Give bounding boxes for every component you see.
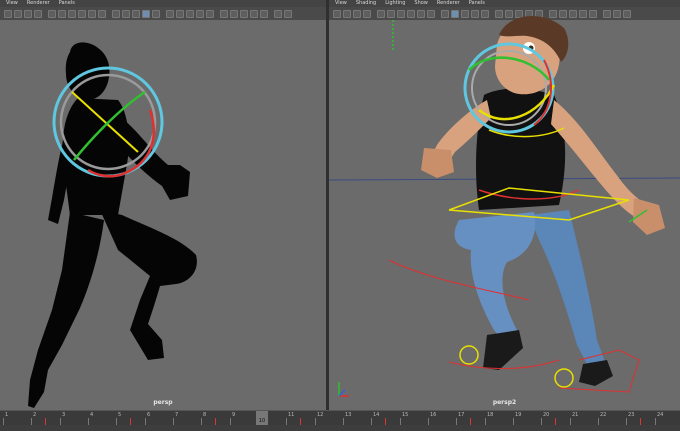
axis-gizmo-icon <box>338 382 349 397</box>
timeline-tick <box>428 418 429 425</box>
timeline-tick <box>145 418 146 425</box>
camera-label: persp <box>153 399 173 406</box>
timeline-keyframe[interactable] <box>215 418 216 425</box>
foot-control-back-yellow <box>554 368 574 388</box>
timeline-frame-label: 7 <box>175 412 179 418</box>
timeline-frame-label: 20 <box>543 412 550 418</box>
timeline-tick <box>626 418 627 425</box>
timeline-frame-label: 17 <box>458 412 465 418</box>
timeline-tick <box>541 418 542 425</box>
timeline-keyframe[interactable] <box>385 418 386 425</box>
timeline-frame-label: 2 <box>33 412 37 418</box>
shaded-scene <box>329 15 680 397</box>
timeline-tick <box>201 418 202 425</box>
character-silhouette <box>28 42 197 408</box>
timeline-tick <box>286 418 287 425</box>
jeans-front-leg <box>454 212 536 346</box>
timeline-frame-label: 22 <box>600 412 607 418</box>
front-shoe <box>483 330 523 370</box>
timeline-frame-label: 9 <box>232 412 236 418</box>
camera-label: persp2 <box>492 399 517 406</box>
time-slider[interactable]: 1234567891010111213141516171819202122232… <box>0 410 680 425</box>
timeline-tick <box>570 418 571 425</box>
timeline-tick <box>60 418 61 425</box>
viewport-persp[interactable]: View Renderer Panels persp <box>0 0 326 410</box>
viewport-persp2[interactable]: View Shading Lighting Show Renderer Pane… <box>329 0 680 410</box>
back-shoe <box>579 360 613 386</box>
timeline-keyframe[interactable] <box>640 418 641 425</box>
timeline-frame-label: 1 <box>5 412 9 418</box>
timeline-frame-label: 18 <box>487 412 494 418</box>
timeline-tick <box>31 418 32 425</box>
timeline-frame-label: 15 <box>402 412 409 418</box>
timeline-tick <box>315 418 316 425</box>
timeline-tick <box>456 418 457 425</box>
timeline-tick <box>230 418 231 425</box>
timeline-tick <box>400 418 401 425</box>
timeline-tick <box>88 418 89 425</box>
timeline-tick <box>655 418 656 425</box>
timeline-tick <box>173 418 174 425</box>
leg-control-red <box>388 259 530 301</box>
right-fist <box>421 148 454 178</box>
timeline-keyframe[interactable] <box>130 418 131 425</box>
timeline-frame-label: 13 <box>345 412 352 418</box>
left-arm <box>551 100 647 220</box>
timeline-tick <box>343 418 344 425</box>
current-frame-indicator[interactable]: 10 <box>256 411 268 425</box>
timeline-frame-label: 12 <box>317 412 324 418</box>
timeline-tick <box>116 418 117 425</box>
timeline-frame-label: 4 <box>90 412 94 418</box>
timeline-frame-label: 8 <box>203 412 207 418</box>
timeline-keyframe[interactable] <box>300 418 301 425</box>
timeline-frame-label: 6 <box>147 412 151 418</box>
timeline-frame-label: 19 <box>515 412 522 418</box>
foot-control-front-yellow <box>459 345 479 365</box>
silhouette-scene <box>28 42 197 408</box>
timeline-keyframe[interactable] <box>555 418 556 425</box>
timeline-frame-label: 24 <box>657 412 664 418</box>
timeline-frame-label: 23 <box>628 412 635 418</box>
timeline-frame-label: 21 <box>572 412 579 418</box>
timeline-frame-label: 3 <box>62 412 66 418</box>
timeline-keyframe[interactable] <box>45 418 46 425</box>
timeline-frame-label: 16 <box>430 412 437 418</box>
timeline-frame-label: 14 <box>373 412 380 418</box>
timeline-tick <box>485 418 486 425</box>
timeline-tick <box>371 418 372 425</box>
timeline-tick <box>598 418 599 425</box>
timeline-frame-label: 5 <box>118 412 122 418</box>
timeline-keyframe[interactable] <box>470 418 471 425</box>
jeans-back-leg <box>529 210 605 368</box>
timeline-tick <box>3 418 4 425</box>
timeline-tick <box>513 418 514 425</box>
timeline-frame-label: 11 <box>288 412 295 418</box>
